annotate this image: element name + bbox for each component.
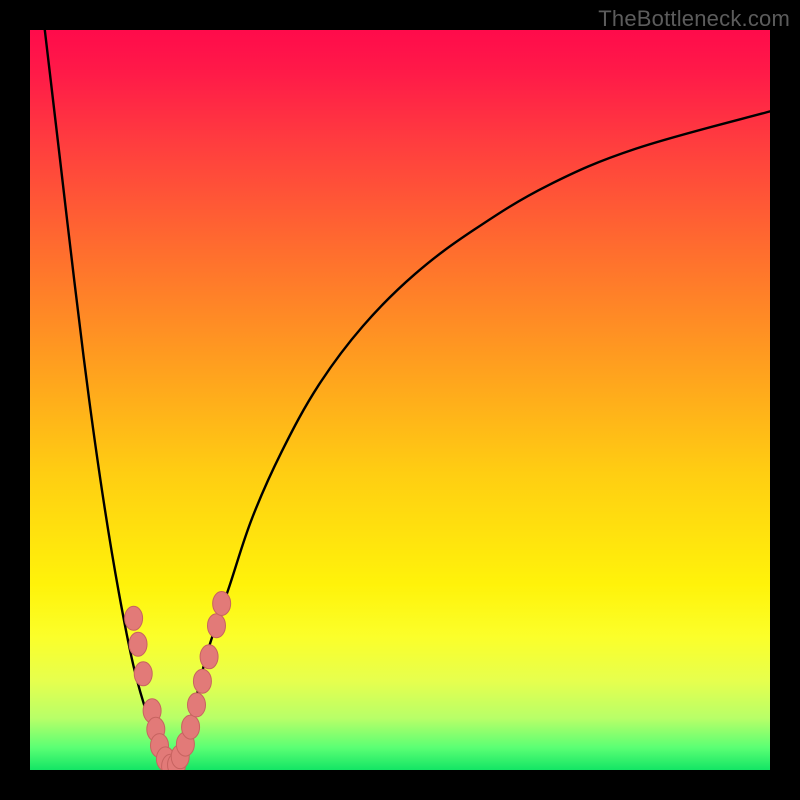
marker-dot — [193, 669, 211, 693]
marker-dot — [207, 614, 225, 638]
right-branch-curve — [171, 111, 770, 770]
highlight-markers — [125, 592, 231, 771]
marker-dot — [188, 693, 206, 717]
curve-layer — [30, 30, 770, 770]
plot-area — [30, 30, 770, 770]
marker-dot — [200, 645, 218, 669]
marker-dot — [213, 592, 231, 616]
left-branch-curve — [45, 30, 171, 770]
watermark-text: TheBottleneck.com — [598, 6, 790, 32]
marker-dot — [134, 662, 152, 686]
chart-frame: TheBottleneck.com — [0, 0, 800, 800]
marker-dot — [129, 632, 147, 656]
marker-dot — [182, 715, 200, 739]
marker-dot — [125, 606, 143, 630]
